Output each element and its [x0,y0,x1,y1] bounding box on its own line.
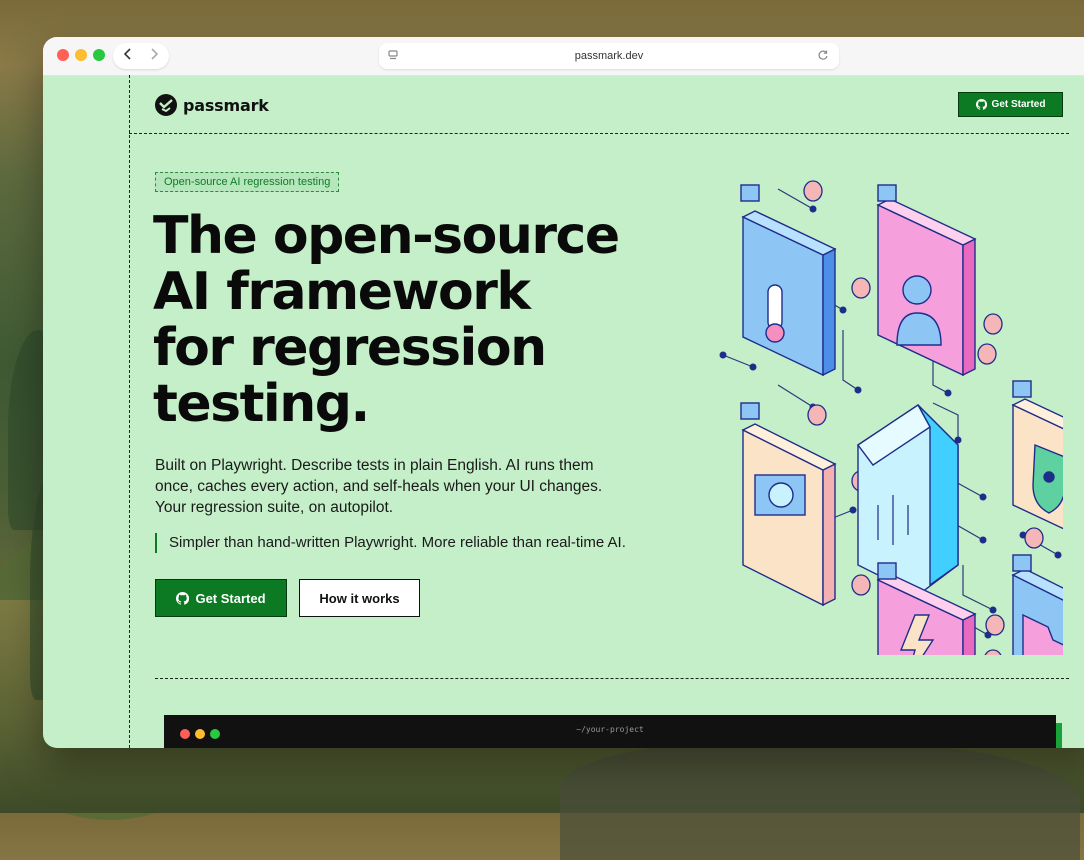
terminal-window: ~/your-project [164,715,1056,748]
camera-panel [740,402,837,607]
url-text: passmark.dev [574,50,644,62]
terminal-accent [1056,723,1062,748]
headline-line: testing. [153,374,370,434]
chevron-right-icon [151,48,159,60]
github-icon [975,99,987,110]
how-it-works-button[interactable]: How it works [299,579,420,617]
history-nav [113,43,169,69]
forward-button[interactable] [142,45,166,67]
thermometer-panel [740,184,837,377]
address-bar[interactable]: passmark.dev [379,43,839,69]
hero-quote: Simpler than hand-written Playwright. Mo… [155,533,626,553]
get-started-button[interactable]: Get Started [155,579,287,617]
brand-name: passmark [183,95,269,115]
browser-toolbar: passmark.dev [43,37,1084,76]
github-icon [176,591,190,605]
close-window-button[interactable] [57,49,69,61]
terminal-title: ~/your-project [576,725,644,734]
hero-illustration [719,180,1063,655]
page-content: passmark Get Started Open-source AI regr… [43,75,1084,748]
user-panel [876,184,977,377]
chevron-left-icon [123,48,131,60]
maximize-window-button[interactable] [93,49,105,61]
headline-line: for regression [153,318,547,378]
reload-icon[interactable] [817,49,829,64]
nav-get-started-label: Get Started [991,99,1046,110]
headline-line: The open-source [153,206,620,266]
hero-description: Built on Playwright. Describe tests in p… [155,457,603,516]
back-button[interactable] [116,45,140,67]
passmark-logo-icon [155,94,177,116]
headline-line: AI framework [153,262,531,322]
browser-window: passmark.dev passmark Get Started Open-s… [43,37,1084,748]
brand-logo[interactable]: passmark [155,93,269,117]
shield-panel [1011,380,1063,530]
nav-get-started-button[interactable]: Get Started [958,92,1063,117]
hero-headline: The open-source AI framework for regress… [153,208,673,432]
hero-badge: Open-source AI regression testing [155,172,340,192]
get-started-label: Get Started [195,590,266,606]
minimize-window-button[interactable] [75,49,87,61]
folder-panel [1011,554,1063,655]
house-panel [856,403,959,596]
